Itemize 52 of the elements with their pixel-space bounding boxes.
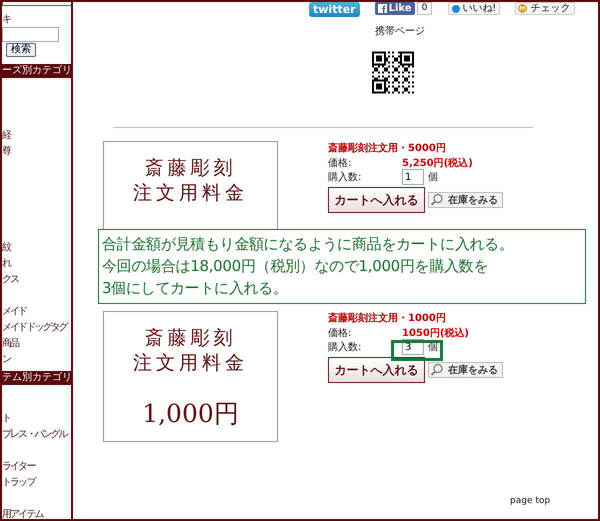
like-button[interactable]: Like (374, 2, 415, 15)
unit-label: 個 (428, 341, 438, 354)
category-link[interactable]: 商品 (2, 336, 18, 352)
unit-label: 個 (428, 171, 438, 184)
image-text: 注文用料金 (133, 351, 248, 376)
price-label: 価格: (328, 156, 352, 170)
sidebar-text: キ (2, 14, 13, 26)
mobile-page-label: 携帯ページ (375, 26, 426, 38)
annotation-text: 合計金額が見積もり金額になるように商品をカートに入れる。 今回の場合は18,000円（税別）なので1,000円を購入数を 3個にしてカートに入れる。 (102, 234, 515, 299)
search-icon (430, 363, 444, 377)
iine-button[interactable]: いいね! (448, 2, 500, 15)
add-to-cart-button[interactable]: カートへ入れる (328, 187, 425, 213)
search-field[interactable] (2, 27, 59, 42)
quantity-label: 購入数: (328, 170, 362, 184)
search-button[interactable]: 検索 (6, 43, 36, 57)
image-text: 注文用料金 (133, 181, 248, 206)
category-header: テム別カテゴリ (2, 371, 71, 385)
image-text: 斎藤彫刻 (144, 326, 236, 351)
category-link[interactable]: メイドドッグタグ (2, 320, 67, 336)
category-link[interactable]: 尊 (2, 144, 10, 160)
category-link[interactable]: れ (2, 256, 10, 272)
category-link[interactable]: ン (2, 352, 10, 368)
category-link[interactable]: 経 (2, 128, 10, 144)
stock-button[interactable]: 在庫をみる (428, 362, 503, 378)
image-text: 1,000円 (142, 399, 239, 429)
category-link[interactable]: 用アイテム (2, 507, 43, 519)
category-link[interactable]: ト (2, 411, 10, 427)
like-count: 0 (416, 2, 432, 15)
category-link[interactable]: ライター (2, 459, 34, 475)
category-link[interactable]: トラップ (2, 475, 34, 491)
search-icon (430, 193, 444, 207)
category-header: ーズ別カテゴリ (2, 64, 71, 78)
add-to-cart-button[interactable]: カートへ入れる (328, 357, 425, 383)
product-title[interactable]: 斎藤彫刻注文用・5000円 (328, 142, 598, 156)
page-top-link[interactable]: page top (510, 495, 550, 507)
price-label: 価格: (328, 326, 352, 340)
category-link[interactable]: ブレス・バングル (2, 427, 67, 443)
stock-button[interactable]: 在庫をみる (428, 192, 503, 208)
category-link[interactable]: 紋 (2, 240, 10, 256)
circle-m-icon (518, 4, 528, 13)
category-link[interactable]: クス (2, 272, 18, 288)
check-button[interactable]: チェック (515, 2, 576, 15)
price-text: 1050円(税込) (402, 326, 469, 340)
facebook-icon (378, 4, 387, 13)
category-link[interactable]: メイド (2, 304, 26, 320)
image-text: 斎藤彫刻 (144, 156, 236, 181)
quantity-label: 購入数: (328, 340, 362, 354)
quantity-field[interactable]: 1 (402, 169, 424, 185)
dot-icon (452, 4, 460, 12)
product-title[interactable]: 斎藤彫刻注文用・1000円 (328, 312, 598, 326)
qr-code (372, 51, 414, 94)
price-text: 5,250円(税込) (402, 156, 473, 170)
